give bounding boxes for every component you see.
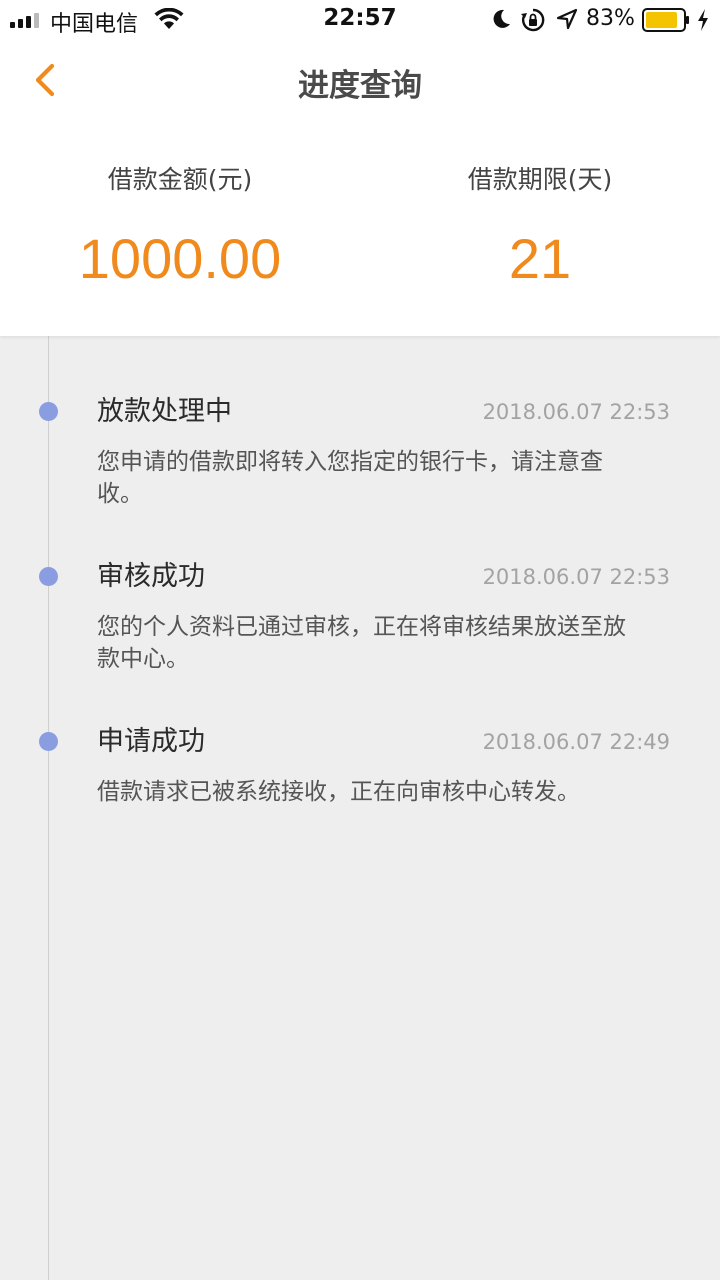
timeline-dot [39,732,58,751]
timeline-dot [39,567,58,586]
timeline-dot [39,402,58,421]
loan-amount-label: 借款金额(元) [107,165,253,194]
location-icon [556,8,578,30]
timeline-item-desc: 您的个人资料已通过审核，正在将审核结果放送至放款中心。 [97,614,626,672]
battery-percent: 83% [586,6,635,31]
status-bar: 中国电信 22:57 83% [0,0,720,40]
loan-term-label: 借款期限(天) [467,165,613,194]
timeline-item-desc: 您申请的借款即将转入您指定的银行卡，请注意查收。 [97,449,603,507]
timeline-line [48,336,49,1280]
moon-icon [493,9,510,28]
timeline-item-desc: 借款请求已被系统接收，正在向审核中心转发。 [97,779,580,805]
loan-term-value: 21 [508,227,572,290]
timeline-item-time: 2018.06.07 22:53 [482,565,670,589]
page-title: 进度查询 [298,68,422,104]
timeline-item-time: 2018.06.07 22:49 [482,730,670,754]
nav-bar: 进度查询 [0,40,720,120]
timeline-item-title: 申请成功 [97,726,205,757]
header-panel: 中国电信 22:57 83% 进度查询 借款金额(元) 1000.00 借款期限… [0,0,720,336]
timeline-item-title: 审核成功 [97,561,205,592]
timeline-item-title: 放款处理中 [97,396,232,427]
charging-icon [698,9,708,31]
rotation-lock-icon [521,8,545,32]
timeline-item-time: 2018.06.07 22:53 [482,400,670,424]
loan-term-block: 借款期限(天) 21 [360,160,720,294]
loan-amount-value: 1000.00 [78,227,282,290]
battery-icon [642,8,689,32]
loan-amount-block: 借款金额(元) 1000.00 [0,160,360,294]
